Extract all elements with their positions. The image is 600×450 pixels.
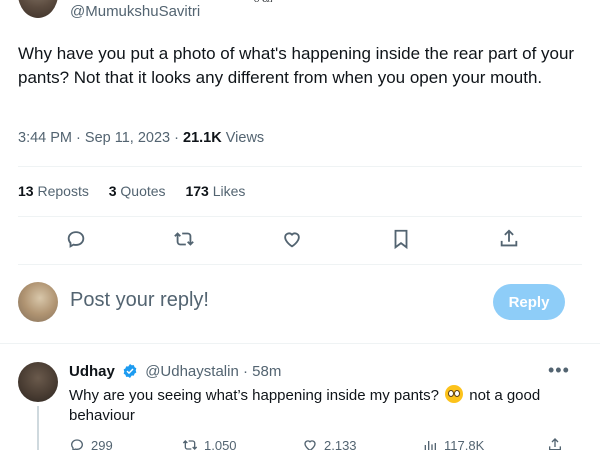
reply-replies-count: 299 [91,438,113,450]
tweet-action-bar [18,228,582,258]
repost-icon[interactable] [173,228,197,252]
quotes-stat[interactable]: 3 Quotes [109,183,170,199]
meta-separator: · [174,130,179,146]
reply-reply-action[interactable]: 299 [69,437,113,450]
quotes-count: 3 [108,183,117,199]
reply-author-name[interactable]: Udhay [69,363,115,380]
reply-text-part-1: Why are you seeing what’s happening insi… [69,387,439,404]
share-icon [549,438,561,450]
reply-views-count: 117.8K [444,438,485,450]
author-name-fragment[interactable]: சவ [254,0,290,5]
reposts-label: Reposts [37,183,89,199]
flushed-face-emoji-icon [445,385,464,403]
current-user-avatar[interactable] [18,282,58,322]
likes-stat[interactable]: 173 Likes [185,183,245,199]
views-count: 21.1K [183,130,222,146]
reply-author-handle[interactable]: @Udhaystalin [145,363,239,380]
reposts-count: 13 [18,183,34,199]
reply-action-bar: 299 1,050 2,133 117.8K [69,437,582,450]
reply-share-action[interactable] [547,437,569,450]
tweet-date[interactable]: Sep 11, 2023 [85,130,170,146]
thread-line [37,406,39,450]
like-icon[interactable] [281,228,305,252]
reply-input[interactable]: Post your reply! [70,289,209,312]
divider [0,343,600,344]
likes-label: Likes [212,183,246,199]
reply-icon[interactable] [65,228,89,252]
repost-icon [182,440,198,450]
reply-likes-count: 2,133 [324,438,357,450]
reply-separator: · [242,363,248,380]
like-icon [304,440,316,450]
divider [18,264,582,265]
views-icon [424,441,436,450]
divider [18,216,582,217]
reply-time[interactable]: 58m [252,363,281,380]
tweet-meta: 3:44 PM · Sep 11, 2023 · 21.1K Views [18,130,264,146]
bookmark-icon[interactable] [390,228,414,252]
reply-text: Why are you seeing what’s happening insi… [69,385,559,426]
author-avatar[interactable] [18,0,58,18]
reply-repost-action[interactable]: 1,050 [182,437,237,450]
tweet-text: Why have you put a photo of what's happe… [18,44,575,87]
share-icon[interactable] [498,228,522,252]
meta-separator: · [76,130,81,146]
reply-header: Udhay @Udhaystalin · 58m [69,363,281,383]
reply-views-action[interactable]: 117.8K [422,437,484,450]
views-label: Views [225,130,265,146]
divider [18,166,582,167]
author-handle[interactable]: @MumukshuSavitri [70,3,200,20]
likes-count: 173 [185,183,209,199]
reposts-stat[interactable]: 13 Reposts [18,183,93,199]
reply-like-action[interactable]: 2,133 [302,437,357,450]
tweet-time[interactable]: 3:44 PM [18,130,72,146]
tweet-detail-page: சவ @MumukshuSavitri Why have you put a p… [0,0,600,450]
reply-icon [70,439,84,450]
reply-reposts-count: 1,050 [204,438,237,450]
verified-badge-icon [122,363,138,383]
reply-button[interactable]: Reply [493,284,565,320]
reply-author-avatar[interactable] [18,362,58,402]
tweet-stats: 13 Reposts 3 Quotes 173 Likes [18,183,261,199]
quotes-label: Quotes [120,183,166,199]
more-options-icon[interactable]: ••• [548,361,570,379]
